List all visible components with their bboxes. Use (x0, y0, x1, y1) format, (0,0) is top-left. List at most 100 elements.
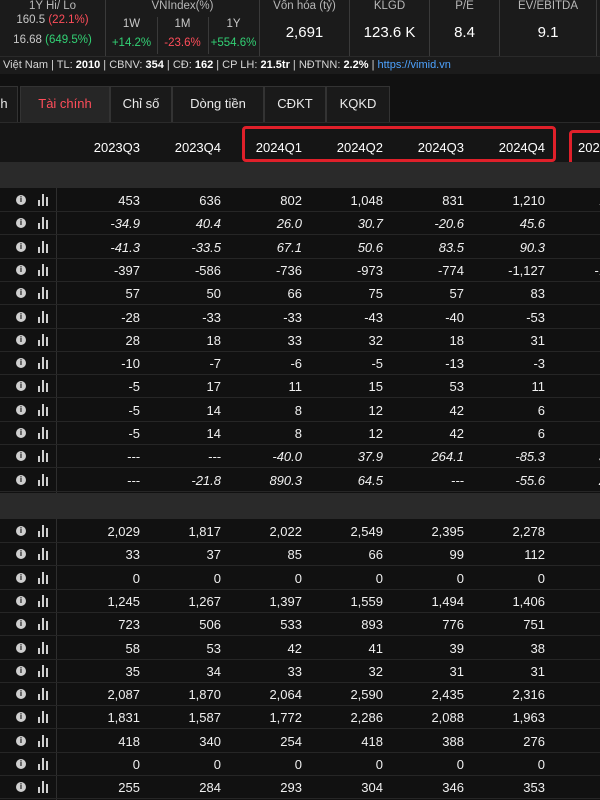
bar-chart-icon[interactable] (38, 380, 50, 393)
table-row: i 58 53 42 41 39 38 (0, 637, 600, 660)
bar-chart-icon[interactable] (38, 287, 50, 300)
column-header: 2023Q4 (174, 140, 221, 155)
bar-chart-icon[interactable] (38, 664, 50, 677)
table-cell (546, 730, 600, 753)
bar-chart-icon[interactable] (38, 711, 50, 724)
bar-chart-icon[interactable] (38, 734, 50, 747)
info-icon[interactable]: i (16, 311, 26, 322)
info-icon[interactable]: i (16, 358, 26, 369)
table-cell: 18 (449, 332, 464, 348)
table-cell: 1,397 (269, 593, 302, 609)
bar-chart-icon[interactable] (38, 758, 50, 770)
info-icon[interactable]: i (16, 288, 26, 299)
tab-partial[interactable]: h (0, 86, 18, 122)
table-cell: 34 (206, 663, 221, 679)
table-cell: 2,278 (512, 524, 545, 539)
info-icon[interactable]: i (16, 241, 26, 252)
tab-balance-sheet[interactable]: CĐKT (264, 86, 326, 122)
info-icon[interactable]: i (16, 782, 26, 793)
bar-chart-icon[interactable] (38, 240, 50, 253)
table-cell: 33 (287, 663, 302, 679)
info-icon[interactable]: i (16, 526, 26, 536)
bar-chart-icon[interactable] (38, 688, 50, 701)
table-cell: 353 (523, 780, 545, 796)
info-icon[interactable]: i (16, 595, 26, 606)
table-cell: 293 (280, 780, 302, 796)
table-cell (546, 375, 600, 398)
bar-chart-icon[interactable] (38, 333, 50, 346)
company-info-strip: Việt Nam | TL: 2010 | CBNV: 354 | CĐ: 16… (0, 56, 600, 74)
info-cbnv: 354 (145, 59, 164, 71)
table-cell: 0 (213, 757, 221, 772)
info-icon[interactable]: i (16, 428, 26, 438)
bar-chart-icon[interactable] (38, 450, 50, 463)
section-band (0, 162, 600, 188)
bar-chart-icon[interactable] (38, 473, 50, 486)
info-icon[interactable]: i (16, 759, 26, 769)
bar-chart-icon[interactable] (38, 548, 50, 561)
bar-chart-icon[interactable] (38, 525, 50, 537)
table-cell: 67.1 (276, 239, 302, 255)
info-icon[interactable]: i (16, 712, 26, 723)
website-link[interactable]: https://vimid.vn (378, 59, 451, 71)
info-icon[interactable]: i (16, 334, 26, 345)
bar-chart-icon[interactable] (38, 571, 50, 584)
table-cell: 8 (294, 402, 302, 418)
info-icon[interactable]: i (16, 218, 26, 229)
bar-chart-icon[interactable] (38, 217, 50, 230)
tab-cashflow[interactable]: Dòng tiền (172, 86, 264, 122)
bar-chart-icon[interactable] (38, 641, 50, 654)
table-cell (546, 282, 600, 305)
info-icon[interactable]: i (16, 474, 26, 485)
table-cell: 85 (287, 547, 302, 563)
bar-chart-icon[interactable] (38, 357, 50, 370)
info-icon[interactable]: i (16, 549, 26, 560)
info-icon[interactable]: i (16, 572, 26, 583)
table-row: i 453 636 802 1,048 831 1,2101 (0, 189, 600, 212)
table-cell: 75 (368, 286, 383, 302)
bar-chart-icon[interactable] (38, 263, 50, 276)
info-icon[interactable]: i (16, 689, 26, 700)
table-cell: 2,316 (512, 687, 545, 703)
info-icon[interactable]: i (16, 404, 26, 415)
tab-income-statement[interactable]: KQKD (326, 86, 390, 122)
info-icon[interactable]: i (16, 619, 26, 630)
bar-chart-icon[interactable] (38, 194, 50, 206)
tab-ratios[interactable]: Chỉ số (110, 86, 172, 122)
info-sep: | CP LH: (213, 59, 261, 71)
table-cell: 18 (206, 332, 221, 348)
info-icon[interactable]: i (16, 195, 26, 205)
table-row: i 0 0 0 0 0 0 (0, 567, 600, 590)
table-cell: 57 (125, 286, 140, 302)
bar-chart-icon[interactable] (38, 781, 50, 794)
table-cell: -40 (445, 309, 464, 325)
bar-chart-icon[interactable] (38, 310, 50, 323)
table-cell (546, 776, 600, 799)
bar-chart-icon[interactable] (38, 403, 50, 416)
info-icon[interactable]: i (16, 451, 26, 462)
info-icon[interactable]: i (16, 264, 26, 275)
table-cell: 2,029 (107, 524, 140, 539)
bar-chart-icon[interactable] (38, 427, 50, 439)
bar-chart-icon[interactable] (38, 618, 50, 631)
table-cell: 0 (456, 570, 464, 586)
table-cell: -1,127 (508, 262, 545, 278)
info-cplh: 21.5tr (260, 59, 290, 71)
table-row: i 2,029 1,817 2,022 2,549 2,395 2,278 (0, 520, 600, 543)
hilo-high-value: 160.5 (16, 14, 46, 26)
bar-chart-icon[interactable] (38, 594, 50, 607)
info-icon[interactable]: i (16, 381, 26, 392)
tab-finance[interactable]: Tài chính (20, 86, 110, 122)
table-row: i -397 -586 -736 -973 -774 -1,127 -1 (0, 259, 600, 282)
info-icon[interactable]: i (16, 735, 26, 746)
table-cell: 83.5 (438, 239, 464, 255)
table-row: i 1,831 1,587 1,772 2,286 2,088 1,963 (0, 706, 600, 730)
table-cell: -397 (113, 262, 140, 278)
table-cell: -21.8 (191, 472, 221, 488)
table-cell: 57 (449, 286, 464, 302)
info-icon[interactable]: i (16, 665, 26, 676)
stat-market-cap: Vốn hóa (tỷ) 2,691 (260, 0, 350, 56)
table-cell: 831 (442, 193, 464, 208)
info-icon[interactable]: i (16, 642, 26, 653)
table-cell: 12 (368, 426, 383, 441)
